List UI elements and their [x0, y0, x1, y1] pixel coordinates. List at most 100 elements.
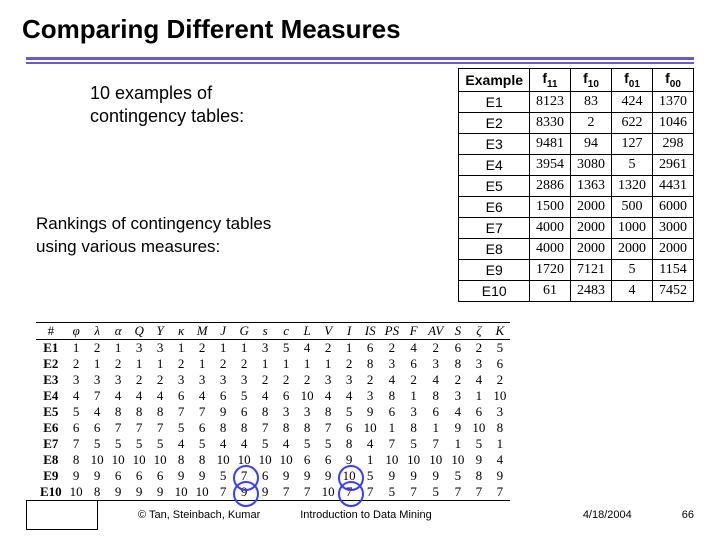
rank-cell: 7 — [381, 436, 403, 452]
rank-cell: 8 — [171, 452, 192, 468]
rank-cell: 2 — [447, 372, 468, 388]
rank-cell: 1 — [66, 340, 87, 357]
rank-cell: 6 — [489, 356, 510, 372]
ct-cell: 2000 — [571, 217, 612, 238]
rank-cell: 9 — [381, 468, 403, 484]
rank-cell: 5 — [192, 436, 213, 452]
rank-cell: 2 — [129, 372, 150, 388]
rank-cell: 8 — [381, 388, 403, 404]
rank-cell: 6 — [360, 340, 381, 357]
ct-row-label: E4 — [459, 154, 530, 175]
rank-cell: 10 — [489, 388, 510, 404]
rank-cell: 5 — [381, 484, 403, 501]
rank-cell: 9 — [424, 468, 447, 484]
ct-row: E43954308052961 — [459, 154, 694, 175]
rank-row-label: E5 — [36, 404, 66, 420]
rank-cell: 8 — [129, 404, 150, 420]
rank-cell: 6 — [297, 452, 318, 468]
rank-cell: 7 — [234, 468, 255, 484]
ct-cell: 1046 — [653, 112, 694, 133]
rank-header: J — [213, 323, 234, 340]
ct-cell: 1363 — [571, 175, 612, 196]
rank-header: S — [447, 323, 468, 340]
rank-cell: 7 — [129, 420, 150, 436]
rank-cell: 3 — [424, 356, 447, 372]
rank-cell: 9 — [276, 468, 297, 484]
rank-row-label: E6 — [36, 420, 66, 436]
footer-page-number: 66 — [682, 509, 694, 521]
rank-row: E7755554544545584757151 — [36, 436, 510, 452]
rank-cell: 8 — [87, 484, 108, 501]
rank-cell: 7 — [171, 404, 192, 420]
ct-cell: 2000 — [653, 238, 694, 259]
ct-row: E74000200010003000 — [459, 217, 694, 238]
rank-cell: 4 — [150, 388, 171, 404]
ct-cell: 8330 — [530, 112, 571, 133]
footer-date: 4/18/2004 — [583, 509, 632, 521]
rank-cell: 4 — [66, 388, 87, 404]
rank-cell: 10 — [403, 452, 424, 468]
rank-header: c — [276, 323, 297, 340]
rank-cell: 7 — [192, 404, 213, 420]
rank-cell: 10 — [276, 452, 297, 468]
rank-cell: 9 — [192, 468, 213, 484]
rank-cell: 1 — [339, 340, 360, 357]
rank-cell: 6 — [213, 388, 234, 404]
rank-cell: 8 — [66, 452, 87, 468]
ct-cell: 1720 — [530, 259, 571, 280]
ct-cell: 500 — [612, 196, 653, 217]
ct-cell: 3954 — [530, 154, 571, 175]
rank-cell: 10 — [381, 452, 403, 468]
ct-header: f00 — [653, 69, 694, 92]
rank-cell: 3 — [234, 372, 255, 388]
rank-row: E101089991010799771077575777 — [36, 484, 510, 501]
rank-cell: 8 — [468, 468, 489, 484]
rank-row-label: E2 — [36, 356, 66, 372]
rank-cell: 6 — [87, 420, 108, 436]
rank-cell: 7 — [150, 420, 171, 436]
rank-cell: 1 — [276, 356, 297, 372]
rank-cell: 8 — [192, 452, 213, 468]
rank-cell: 4 — [447, 404, 468, 420]
rank-cell: 10 — [129, 452, 150, 468]
ct-cell: 3080 — [571, 154, 612, 175]
rank-header: κ — [171, 323, 192, 340]
rank-cell: 2 — [192, 340, 213, 357]
rank-cell: 5 — [87, 436, 108, 452]
rank-cell: 10 — [360, 420, 381, 436]
rank-cell: 6 — [468, 404, 489, 420]
ct-cell: 2000 — [612, 238, 653, 259]
ct-cell: 1370 — [653, 91, 694, 112]
rank-cell: 6 — [66, 420, 87, 436]
rank-cell: 7 — [339, 484, 360, 501]
rank-cell: 5 — [297, 436, 318, 452]
ct-row: E6150020005006000 — [459, 196, 694, 217]
ct-cell: 1500 — [530, 196, 571, 217]
rank-cell: 6 — [129, 468, 150, 484]
rank-cell: 10 — [297, 388, 318, 404]
rank-cell: 4 — [171, 436, 192, 452]
rank-cell: 7 — [297, 484, 318, 501]
ct-cell: 4 — [612, 280, 653, 301]
rank-header: Q — [129, 323, 150, 340]
rank-cell: 4 — [87, 404, 108, 420]
rank-cell: 10 — [339, 468, 360, 484]
rank-row-label: E8 — [36, 452, 66, 468]
rank-cell: 8 — [213, 420, 234, 436]
rank-cell: 3 — [318, 372, 339, 388]
rank-cell: 1 — [424, 420, 447, 436]
rank-row: E666777568878876101819108 — [36, 420, 510, 436]
ct-cell: 7452 — [653, 280, 694, 301]
rank-cell: 3 — [489, 404, 510, 420]
rank-cell: 9 — [339, 452, 360, 468]
rank-cell: 3 — [276, 404, 297, 420]
rank-cell: 4 — [468, 372, 489, 388]
slide-title: Comparing Different Measures — [0, 0, 720, 51]
ct-row-label: E10 — [459, 280, 530, 301]
rank-cell: 5 — [468, 436, 489, 452]
rank-cell: 9 — [403, 468, 424, 484]
rank-cell: 5 — [360, 468, 381, 484]
rank-cell: 1 — [255, 356, 276, 372]
ct-cell: 4431 — [653, 175, 694, 196]
ct-cell: 4000 — [530, 217, 571, 238]
